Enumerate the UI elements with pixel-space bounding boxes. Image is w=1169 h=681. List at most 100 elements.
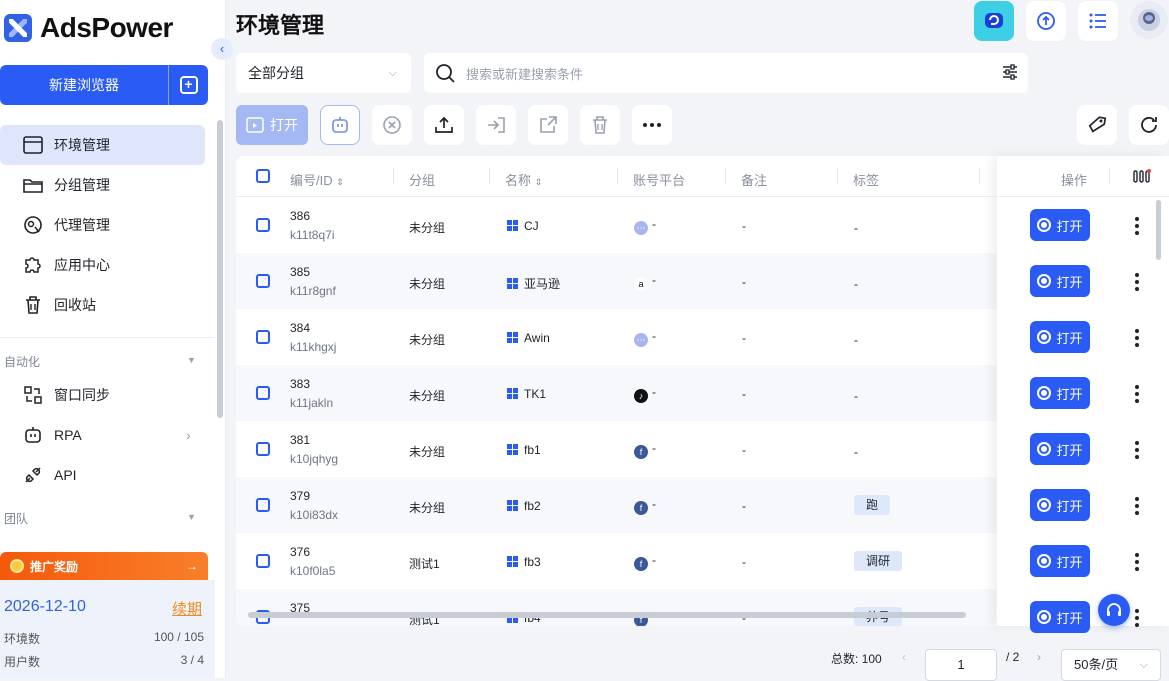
open-browser-button[interactable]: 打开 xyxy=(1030,321,1090,353)
sidebar-item-label: RPA xyxy=(54,427,82,443)
renew-link[interactable]: 续期 xyxy=(172,598,202,619)
sidebar-item-window-sync[interactable]: 窗口同步 xyxy=(0,375,205,415)
open-browser-button[interactable]: 打开 xyxy=(1030,545,1090,577)
row-checkbox[interactable] xyxy=(256,442,270,456)
open-browser-button[interactable]: 打开 xyxy=(1030,265,1090,297)
table-row[interactable]: 379 k10i83dx 未分组 fb2 f - - 跑 xyxy=(236,477,996,533)
rpa-toolbar-button[interactable] xyxy=(320,105,360,145)
puzzle-icon xyxy=(22,254,44,276)
row-checkbox[interactable] xyxy=(256,554,270,568)
prev-page-button[interactable]: ‹ xyxy=(902,650,906,664)
collapse-sidebar-button[interactable]: ‹ xyxy=(211,38,233,60)
refresh-button[interactable] xyxy=(1129,105,1169,145)
filter-sliders-icon[interactable] xyxy=(1002,64,1018,80)
import-icon xyxy=(488,117,505,133)
import-button[interactable] xyxy=(476,105,516,145)
column-header-name[interactable]: 名称 ⇕ xyxy=(505,170,542,189)
profile-id: k11r8gnf xyxy=(290,284,336,298)
automation-section[interactable]: 自动化 ▼ xyxy=(4,353,196,370)
sidebar-item-profiles[interactable]: 环境管理 xyxy=(0,125,205,165)
upgrade-button[interactable] xyxy=(1026,1,1066,41)
search-input[interactable]: 搜索或新建搜索条件 xyxy=(424,53,1028,93)
upload-button[interactable] xyxy=(424,105,464,145)
page-title: 环境管理 xyxy=(236,13,325,38)
row-checkbox[interactable] xyxy=(256,218,270,232)
share-button[interactable] xyxy=(528,105,568,145)
batch-open-button[interactable]: 打开 xyxy=(236,105,308,145)
table-row[interactable]: 383 k11jakln 未分组 TK1 ♪ - - - xyxy=(236,365,996,421)
support-chat-button[interactable] xyxy=(1098,594,1130,626)
open-browser-button[interactable]: 打开 xyxy=(1030,377,1090,409)
tag-manage-button[interactable] xyxy=(1077,105,1117,145)
profile-number: 376 xyxy=(290,545,311,559)
sidebar-scrollbar[interactable] xyxy=(217,120,223,418)
promo-banner[interactable]: 推广奖励 → xyxy=(0,552,208,580)
profile-name: TK1 xyxy=(524,387,547,401)
sidebar-item-apps[interactable]: 应用中心 xyxy=(0,245,205,285)
column-header-note[interactable]: 备注 xyxy=(741,170,767,189)
more-vertical-icon[interactable] xyxy=(1135,438,1139,462)
open-browser-button[interactable]: 打开 xyxy=(1030,433,1090,465)
row-checkbox[interactable] xyxy=(256,274,270,288)
open-browser-button[interactable]: 打开 xyxy=(1030,209,1090,241)
task-list-button[interactable] xyxy=(1078,1,1118,41)
row-checkbox[interactable] xyxy=(256,330,270,344)
more-actions-button[interactable] xyxy=(632,105,672,145)
table-row[interactable]: 384 k11khgxj 未分组 Awin ⋯ - - - xyxy=(236,309,996,365)
column-header-platform[interactable]: 账号平台 xyxy=(633,170,685,189)
feedback-button[interactable] xyxy=(974,1,1014,41)
page-number-input[interactable]: 1 xyxy=(925,649,997,681)
more-vertical-icon[interactable] xyxy=(1135,214,1139,238)
user-avatar[interactable] xyxy=(1130,1,1168,39)
table-row[interactable]: 385 k11r8gnf 未分组 亚马逊 a - - - xyxy=(236,253,996,309)
robot-icon xyxy=(22,424,44,446)
more-vertical-icon[interactable] xyxy=(1135,494,1139,518)
quick-create-button[interactable]: + xyxy=(168,65,208,105)
table-horizontal-scrollbar[interactable] xyxy=(248,612,966,618)
more-vertical-icon[interactable] xyxy=(1135,550,1139,574)
table-row[interactable]: 386 k11t8q7i 未分组 CJ ⋯ - - - xyxy=(236,197,996,253)
profile-tag: - xyxy=(854,277,858,291)
sidebar-item-rpa[interactable]: RPA › xyxy=(0,415,205,455)
open-label: 打开 xyxy=(1056,610,1083,626)
row-checkbox[interactable] xyxy=(256,498,270,512)
group-select[interactable]: 全部分组 ⌵ xyxy=(236,53,411,93)
profile-tag: - xyxy=(854,445,858,459)
row-actions: 打开 xyxy=(997,421,1169,477)
close-browsers-button[interactable] xyxy=(372,105,412,145)
next-page-button[interactable]: › xyxy=(1037,650,1041,664)
more-vertical-icon[interactable] xyxy=(1135,606,1139,630)
delete-button[interactable] xyxy=(580,105,620,145)
tag-icon xyxy=(1088,116,1107,133)
sync-up-icon xyxy=(1037,12,1055,30)
more-vertical-icon[interactable] xyxy=(1135,382,1139,406)
open-browser-button[interactable]: 打开 xyxy=(1030,489,1090,521)
select-all-checkbox[interactable] xyxy=(256,169,270,183)
row-checkbox[interactable] xyxy=(256,386,270,400)
table-row[interactable]: 381 k10jqhyg 未分组 fb1 f - - - xyxy=(236,421,996,477)
table-vertical-scrollbar[interactable] xyxy=(1156,200,1161,260)
profile-number: 379 xyxy=(290,489,311,503)
open-label: 打开 xyxy=(1056,554,1083,570)
profile-name-cell: Awin xyxy=(507,331,550,345)
sidebar-item-api[interactable]: API xyxy=(0,455,205,495)
team-section[interactable]: 团队 ▼ xyxy=(4,510,196,527)
new-browser-button[interactable]: 新建浏览器 xyxy=(0,65,168,105)
page-size-select[interactable]: 50条/页 ⌵ xyxy=(1061,649,1161,681)
table-row[interactable]: 376 k10f0la5 测试1 fb3 f - - 调研 xyxy=(236,533,996,589)
open-browser-button[interactable]: 打开 xyxy=(1030,601,1090,633)
more-vertical-icon[interactable] xyxy=(1135,326,1139,350)
more-vertical-icon[interactable] xyxy=(1135,270,1139,294)
sidebar-item-trash[interactable]: 回收站 xyxy=(0,285,205,325)
column-header-tags[interactable]: 标签 xyxy=(853,170,879,189)
sidebar-item-proxies[interactable]: 代理管理 xyxy=(0,205,205,245)
column-header-group[interactable]: 分组 xyxy=(409,170,435,189)
column-settings-icon[interactable] xyxy=(1133,169,1151,188)
app-logo[interactable]: AdsPower xyxy=(4,12,173,44)
profile-group: 测试1 xyxy=(409,557,440,571)
row-actions: 打开 xyxy=(997,253,1169,309)
table-row[interactable]: 375测试1fb4f--养号 xyxy=(236,589,996,626)
column-header-id[interactable]: 编号/ID ⇕ xyxy=(290,170,344,189)
sidebar-item-groups[interactable]: 分组管理 xyxy=(0,165,205,205)
profile-note: - xyxy=(742,219,746,233)
